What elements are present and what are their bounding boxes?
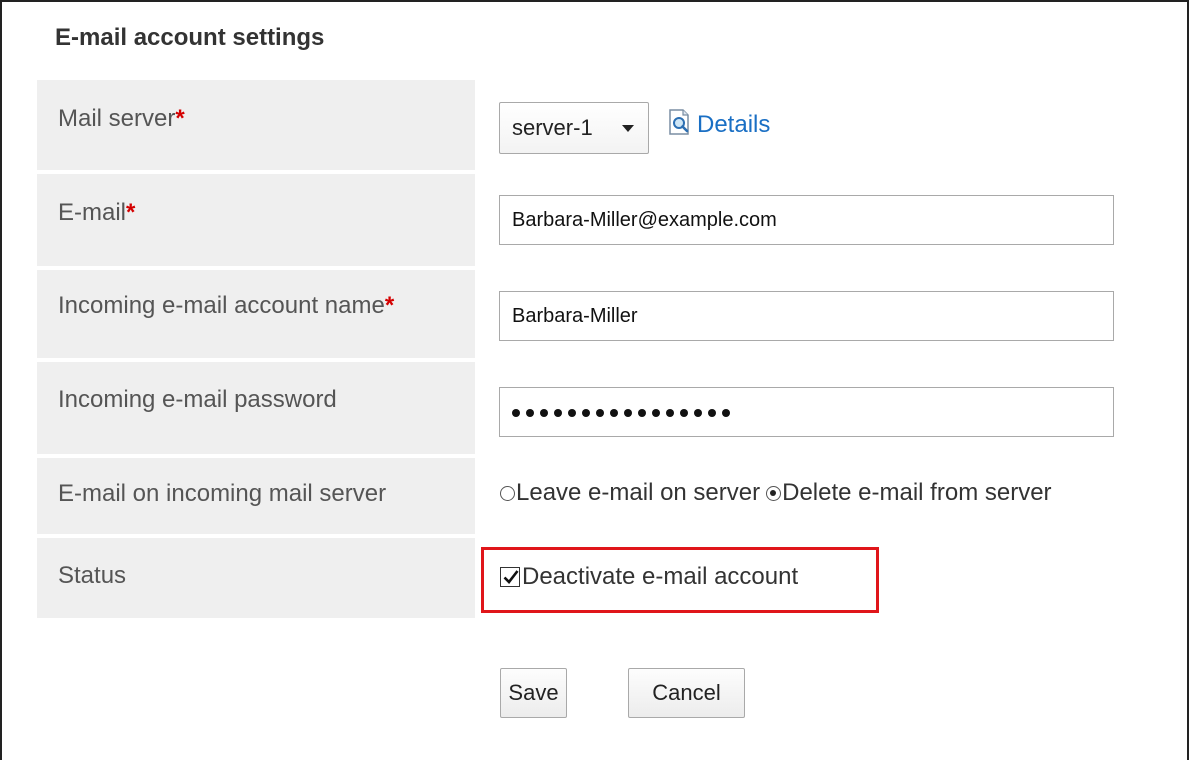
email-field[interactable]: [499, 195, 1114, 245]
account-name-label: Incoming e-mail account name: [58, 292, 385, 319]
incoming-server-label: E-mail on incoming mail server: [58, 480, 387, 507]
password-mask-dot: [694, 408, 702, 417]
incoming-server-radio-group: Leave e-mail on server Delete e-mail fro…: [500, 479, 1058, 507]
password-field[interactable]: [499, 387, 1114, 437]
password-mask-dot: [554, 408, 562, 417]
section-title: E-mail account settings: [55, 24, 325, 51]
details-link-label: Details: [697, 111, 771, 138]
cancel-button[interactable]: Cancel: [628, 668, 745, 718]
required-mark: *: [384, 292, 395, 319]
radio-delete-from-server[interactable]: Delete e-mail from server: [766, 479, 1052, 507]
radio-label: Delete e-mail from server: [782, 479, 1052, 506]
account-name-field[interactable]: [499, 291, 1114, 341]
password-mask-dot: [666, 408, 674, 417]
deactivate-account-label: Deactivate e-mail account: [522, 563, 799, 590]
password-mask-dot: [680, 408, 688, 417]
magnifier-document-icon: [667, 108, 697, 143]
details-link[interactable]: Details: [667, 108, 770, 142]
status-label: Status: [58, 562, 127, 589]
deactivate-account-checkbox[interactable]: [500, 567, 520, 587]
status-label-cell: Status: [37, 538, 475, 618]
save-button[interactable]: Save: [500, 668, 567, 718]
password-mask-dot: [652, 408, 660, 417]
required-mark: *: [175, 105, 185, 132]
account-name-label-cell: Incoming e-mail account name*: [37, 270, 475, 358]
email-label: E-mail: [58, 199, 127, 226]
email-label-cell: E-mail*: [37, 174, 475, 266]
required-mark: *: [126, 199, 136, 226]
password-mask-dot: [708, 408, 716, 417]
password-mask-dot: [624, 408, 632, 417]
password-mask-dot: [526, 408, 534, 417]
password-mask-dot: [582, 408, 590, 417]
radio-label: Leave e-mail on server: [516, 479, 761, 506]
radio-button[interactable]: [766, 485, 782, 501]
mail-server-select[interactable]: server-1: [499, 102, 649, 154]
password-mask-dot: [568, 408, 576, 417]
radio-button[interactable]: [500, 485, 515, 501]
password-mask-dot: [540, 408, 548, 417]
password-mask-dot: [638, 408, 646, 417]
incoming-server-label-cell: E-mail on incoming mail server: [37, 458, 475, 534]
mail-server-label-cell: Mail server*: [37, 80, 475, 170]
chevron-down-icon: [622, 125, 634, 132]
password-mask-dot: [596, 408, 604, 417]
password-mask-dot: [722, 408, 730, 417]
radio-leave-on-server[interactable]: Leave e-mail on server: [500, 479, 760, 507]
password-mask-dot: [610, 408, 618, 417]
mail-server-selected-value: server-1: [512, 115, 593, 140]
deactivate-account-checkbox-row[interactable]: Deactivate e-mail account: [500, 563, 798, 591]
password-label: Incoming e-mail password: [58, 386, 337, 413]
mail-server-label: Mail server: [58, 105, 176, 132]
password-mask-dot: [512, 408, 520, 417]
password-label-cell: Incoming e-mail password: [37, 362, 475, 454]
